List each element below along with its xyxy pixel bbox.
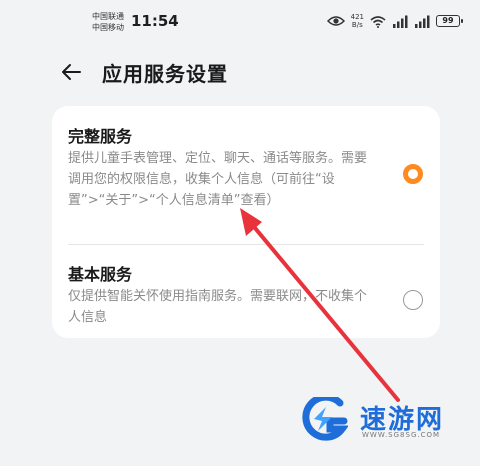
page-header: 应用服务设置: [60, 56, 228, 88]
back-arrow-icon[interactable]: [60, 61, 82, 83]
battery-icon: 99: [436, 15, 463, 27]
eye-icon: [326, 16, 345, 26]
watermark-url: WWW.SG8SG.COM: [362, 431, 441, 439]
option-full-service[interactable]: 完整服务 提供儿童手表管理、定位、聊天、通话等服务。需要调用您的权限信息，收集个…: [52, 106, 440, 244]
signal-icon-sim2: [415, 15, 430, 28]
radio-selected[interactable]: [403, 164, 423, 184]
network-speed-unit: B/s: [351, 21, 363, 29]
page-title: 应用服务设置: [102, 61, 228, 86]
option-basic-service[interactable]: 基本服务 仅提供智能关怀使用指南服务。需要联网，不收集个人信息: [52, 244, 440, 338]
carrier-1: 中国联通: [92, 12, 124, 21]
status-bar: 中国联通 中国移动 11:54 421 B/s 99: [0, 0, 480, 40]
status-time: 11:54: [131, 12, 179, 30]
network-speed-value: 421: [350, 13, 364, 21]
signal-icon-sim1: [393, 15, 408, 28]
option-description: 仅提供智能关怀使用指南服务。需要联网，不收集个人信息: [68, 289, 368, 325]
status-icons: 421 B/s 99: [326, 13, 463, 29]
watermark-logo-icon: [302, 397, 348, 441]
radio-unselected[interactable]: [403, 290, 423, 310]
option-title: 基本服务: [68, 265, 133, 284]
battery-level: 99: [442, 16, 454, 25]
watermark: 速游网 WWW.SG8SG.COM: [300, 395, 470, 445]
service-options-card: 完整服务 提供儿童手表管理、定位、聊天、通话等服务。需要调用您的权限信息，收集个…: [52, 106, 440, 338]
network-speed: 421 B/s: [351, 13, 364, 29]
carrier-2: 中国移动: [92, 23, 124, 32]
option-description: 提供儿童手表管理、定位、聊天、通话等服务。需要调用您的权限信息，收集个人信息（可…: [68, 151, 368, 208]
option-title: 完整服务: [68, 127, 133, 146]
wifi-icon: [370, 15, 386, 28]
carrier-labels: 中国联通 中国移动: [92, 11, 124, 33]
